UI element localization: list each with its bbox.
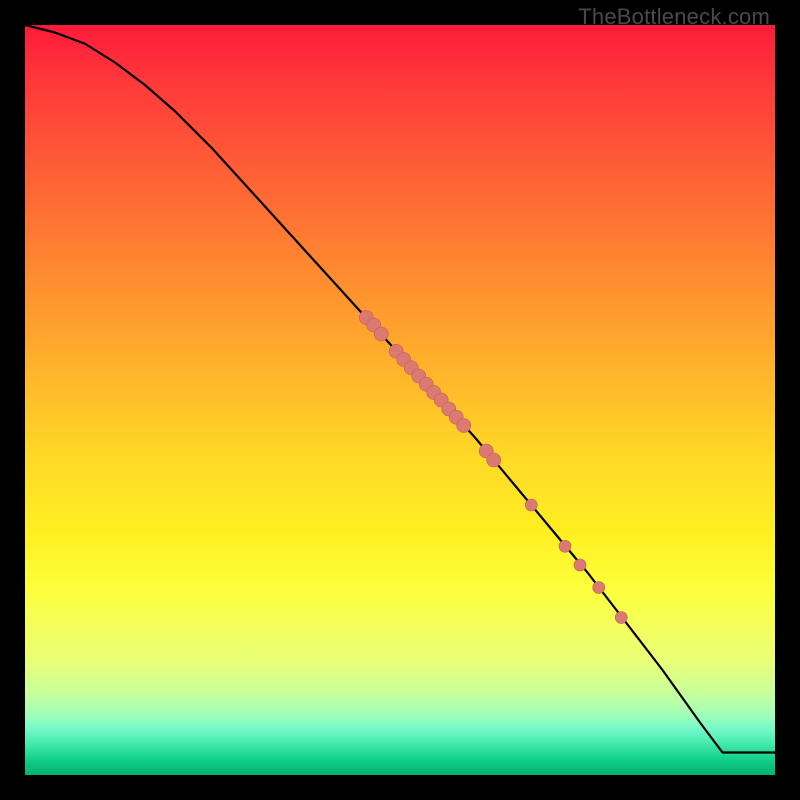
data-point-18 — [593, 582, 605, 594]
data-point-16 — [559, 540, 571, 552]
data-point-12 — [457, 419, 471, 433]
chart-frame: TheBottleneck.com — [0, 0, 800, 800]
data-point-15 — [525, 499, 537, 511]
data-point-17 — [574, 559, 586, 571]
data-point-2 — [374, 327, 388, 341]
data-points — [359, 311, 627, 624]
chart-overlay — [25, 25, 775, 775]
curve-line — [25, 25, 775, 753]
data-point-14 — [487, 453, 501, 467]
data-point-19 — [615, 612, 627, 624]
